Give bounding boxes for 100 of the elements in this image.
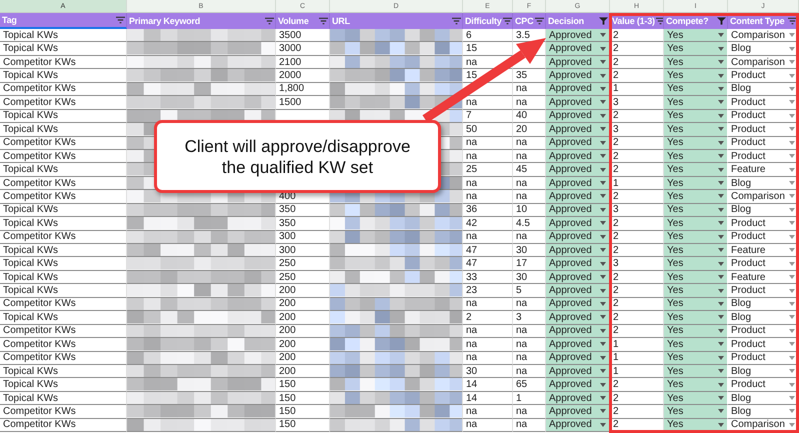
dropdown-caret-icon[interactable] <box>600 342 606 346</box>
dropdown-caret-icon[interactable] <box>718 328 724 333</box>
dropdown-caret-icon[interactable] <box>600 234 606 239</box>
dropdown-caret-icon[interactable] <box>789 248 795 252</box>
decision-dropdown[interactable]: Approved <box>546 204 610 218</box>
dropdown-caret-icon[interactable] <box>789 74 795 78</box>
dropdown-caret-icon[interactable] <box>600 262 606 266</box>
compete-dropdown[interactable]: Yes <box>664 123 728 136</box>
dropdown-caret-icon[interactable] <box>789 154 795 158</box>
compete-dropdown[interactable]: Yes <box>664 82 728 96</box>
decision-dropdown[interactable]: Approved <box>546 257 610 271</box>
dropdown-caret-icon[interactable] <box>789 396 795 400</box>
decision-dropdown[interactable]: Approved <box>546 96 610 110</box>
sort-lines-icon[interactable] <box>502 17 512 25</box>
decision-dropdown[interactable]: Approved <box>546 378 610 392</box>
compete-dropdown[interactable]: Yes <box>664 136 728 150</box>
content-type-dropdown[interactable]: Comparison <box>728 56 799 70</box>
content-type-dropdown[interactable]: Feature <box>728 163 799 177</box>
dropdown-caret-icon[interactable] <box>600 302 606 306</box>
dropdown-caret-icon[interactable] <box>789 409 795 414</box>
dropdown-caret-icon[interactable] <box>718 86 724 91</box>
decision-dropdown[interactable]: Approved <box>546 176 610 190</box>
content-type-dropdown[interactable]: Product <box>728 230 799 244</box>
dropdown-caret-icon[interactable] <box>600 248 606 252</box>
dropdown-caret-icon[interactable] <box>789 221 795 226</box>
content-type-dropdown[interactable]: Product <box>728 110 799 124</box>
dropdown-caret-icon[interactable] <box>789 60 795 64</box>
dropdown-caret-icon[interactable] <box>718 74 724 78</box>
content-type-dropdown[interactable]: Product <box>728 150 799 164</box>
decision-dropdown[interactable]: Approved <box>546 230 610 244</box>
dropdown-caret-icon[interactable] <box>718 154 724 158</box>
dropdown-caret-icon[interactable] <box>789 127 795 132</box>
decision-dropdown[interactable]: Approved <box>546 69 610 83</box>
dropdown-caret-icon[interactable] <box>600 208 606 212</box>
compete-dropdown[interactable]: Yes <box>664 244 728 258</box>
sort-lines-icon[interactable] <box>452 17 461 25</box>
dropdown-caret-icon[interactable] <box>718 114 724 118</box>
dropdown-caret-icon[interactable] <box>718 33 724 38</box>
sort-lines-icon[interactable] <box>535 17 544 25</box>
decision-dropdown[interactable]: Approved <box>546 163 610 177</box>
dropdown-caret-icon[interactable] <box>718 396 724 400</box>
decision-dropdown[interactable]: Approved <box>546 190 610 204</box>
dropdown-caret-icon[interactable] <box>718 221 724 226</box>
dropdown-caret-icon[interactable] <box>718 382 724 387</box>
dropdown-caret-icon[interactable] <box>718 315 724 320</box>
compete-dropdown[interactable]: Yes <box>664 163 728 177</box>
decision-dropdown[interactable]: Approved <box>546 136 610 150</box>
dropdown-caret-icon[interactable] <box>718 208 724 212</box>
dropdown-caret-icon[interactable] <box>600 127 606 132</box>
dropdown-caret-icon[interactable] <box>789 342 795 346</box>
compete-dropdown[interactable]: Yes <box>664 311 728 325</box>
compete-dropdown[interactable]: Yes <box>664 298 728 312</box>
dropdown-caret-icon[interactable] <box>600 422 606 427</box>
compete-dropdown[interactable]: Yes <box>664 69 728 83</box>
dropdown-caret-icon[interactable] <box>600 328 606 333</box>
decision-dropdown[interactable]: Approved <box>546 364 610 378</box>
dropdown-caret-icon[interactable] <box>718 409 724 414</box>
decision-dropdown[interactable]: Approved <box>546 284 610 298</box>
content-type-dropdown[interactable]: Comparison <box>728 190 799 204</box>
sort-lines-icon[interactable] <box>265 17 274 25</box>
compete-dropdown[interactable]: Yes <box>664 176 728 190</box>
decision-dropdown[interactable]: Approved <box>546 298 610 312</box>
dropdown-caret-icon[interactable] <box>600 221 606 226</box>
content-type-dropdown[interactable]: Product <box>728 136 799 150</box>
dropdown-caret-icon[interactable] <box>789 288 795 293</box>
filter-icon[interactable] <box>717 17 726 25</box>
content-type-dropdown[interactable]: Product <box>728 123 799 136</box>
dropdown-caret-icon[interactable] <box>789 234 795 239</box>
content-type-dropdown[interactable]: Blog <box>728 405 799 419</box>
dropdown-caret-icon[interactable] <box>789 194 795 198</box>
sort-lines-icon[interactable] <box>788 17 797 25</box>
dropdown-caret-icon[interactable] <box>718 60 724 64</box>
compete-dropdown[interactable]: Yes <box>664 42 728 56</box>
dropdown-caret-icon[interactable] <box>789 315 795 320</box>
dropdown-caret-icon[interactable] <box>718 234 724 239</box>
content-type-dropdown[interactable]: Blog <box>728 176 799 190</box>
content-type-dropdown[interactable]: Product <box>728 284 799 298</box>
dropdown-caret-icon[interactable] <box>789 262 795 266</box>
dropdown-caret-icon[interactable] <box>600 114 606 118</box>
content-type-dropdown[interactable]: Blog <box>728 42 799 56</box>
decision-dropdown[interactable]: Approved <box>546 150 610 164</box>
decision-dropdown[interactable]: Approved <box>546 324 610 338</box>
compete-dropdown[interactable]: Yes <box>664 190 728 204</box>
compete-dropdown[interactable]: Yes <box>664 217 728 231</box>
dropdown-caret-icon[interactable] <box>789 275 795 280</box>
dropdown-caret-icon[interactable] <box>789 369 795 374</box>
content-type-dropdown[interactable]: Product <box>728 338 799 352</box>
dropdown-caret-icon[interactable] <box>600 33 606 38</box>
decision-dropdown[interactable]: Approved <box>546 311 610 325</box>
decision-dropdown[interactable]: Approved <box>546 392 610 406</box>
dropdown-caret-icon[interactable] <box>718 369 724 374</box>
decision-dropdown[interactable]: Approved <box>546 418 610 432</box>
dropdown-caret-icon[interactable] <box>718 422 724 427</box>
content-type-dropdown[interactable]: Product <box>728 69 799 83</box>
dropdown-caret-icon[interactable] <box>718 46 724 51</box>
content-type-dropdown[interactable]: Blog <box>728 82 799 96</box>
compete-dropdown[interactable]: Yes <box>664 257 728 271</box>
dropdown-caret-icon[interactable] <box>600 74 606 78</box>
dropdown-caret-icon[interactable] <box>600 369 606 374</box>
content-type-dropdown[interactable]: Blog <box>728 298 799 312</box>
